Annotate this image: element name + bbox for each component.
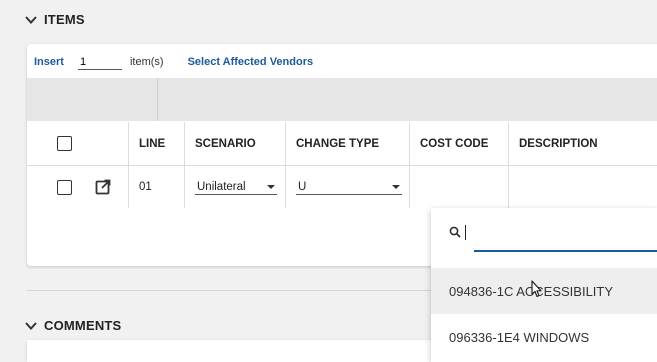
scenario-select[interactable]: Unilateral [195,180,277,195]
select-all-checkbox[interactable] [57,136,72,151]
select-affected-vendors-link[interactable]: Select Affected Vendors [188,56,314,68]
caret-down-icon [267,184,275,189]
table-row: 01 Unilateral U [27,166,657,208]
row-edit-cell [79,166,129,208]
scenario-value: Unilateral [197,180,246,193]
chevron-down-icon [25,321,37,330]
search-input-underline [474,250,657,252]
column-header-line[interactable]: LINE [129,122,185,165]
section-divider [27,290,431,291]
items-suffix-label: item(s) [129,56,164,68]
change-type-select[interactable]: U [296,180,402,195]
line-value: 01 [129,166,185,208]
search-icon [449,226,461,238]
change-type-value: U [298,180,307,193]
text-caret [465,224,466,240]
edit-header-cell [79,122,129,165]
comments-card [27,340,431,362]
row-select-cell [27,166,79,208]
items-section-title: ITEMS [44,12,85,27]
insert-link[interactable]: Insert [34,56,64,68]
scenario-cell: Unilateral [185,166,286,208]
comments-section-title: COMMENTS [44,318,122,333]
table-group-divider [157,78,158,121]
items-section-toggle[interactable]: ITEMS [24,12,85,27]
open-in-new-icon[interactable] [95,179,111,195]
column-header-description[interactable]: DESCRIPTION [509,122,657,165]
description-cell[interactable] [509,166,657,208]
change-type-cell: U [286,166,410,208]
select-all-cell [27,122,79,165]
dropdown-option[interactable]: 096336-1E4 WINDOWS [431,314,657,360]
cost-code-search [431,212,657,252]
chevron-down-icon [25,15,37,24]
caret-down-icon [392,184,400,189]
table-header-row: LINE SCENARIO CHANGE TYPE COST CODE DESC… [27,122,657,166]
dropdown-option[interactable]: 094836-1C ACCESSIBILITY [431,268,657,314]
column-header-change-type[interactable]: CHANGE TYPE [286,122,410,165]
row-select-checkbox[interactable] [57,179,72,195]
quantity-input[interactable] [77,54,122,70]
column-header-cost-code[interactable]: COST CODE [410,122,509,165]
items-toolbar: Insert item(s) Select Affected Vendors [34,52,313,72]
table-group-header [27,78,657,121]
comments-section-toggle[interactable]: COMMENTS [24,318,121,333]
mouse-pointer-icon [531,280,542,298]
column-header-scenario[interactable]: SCENARIO [185,122,286,165]
cost-code-cell[interactable] [410,166,509,208]
cost-code-search-input[interactable] [474,225,634,239]
